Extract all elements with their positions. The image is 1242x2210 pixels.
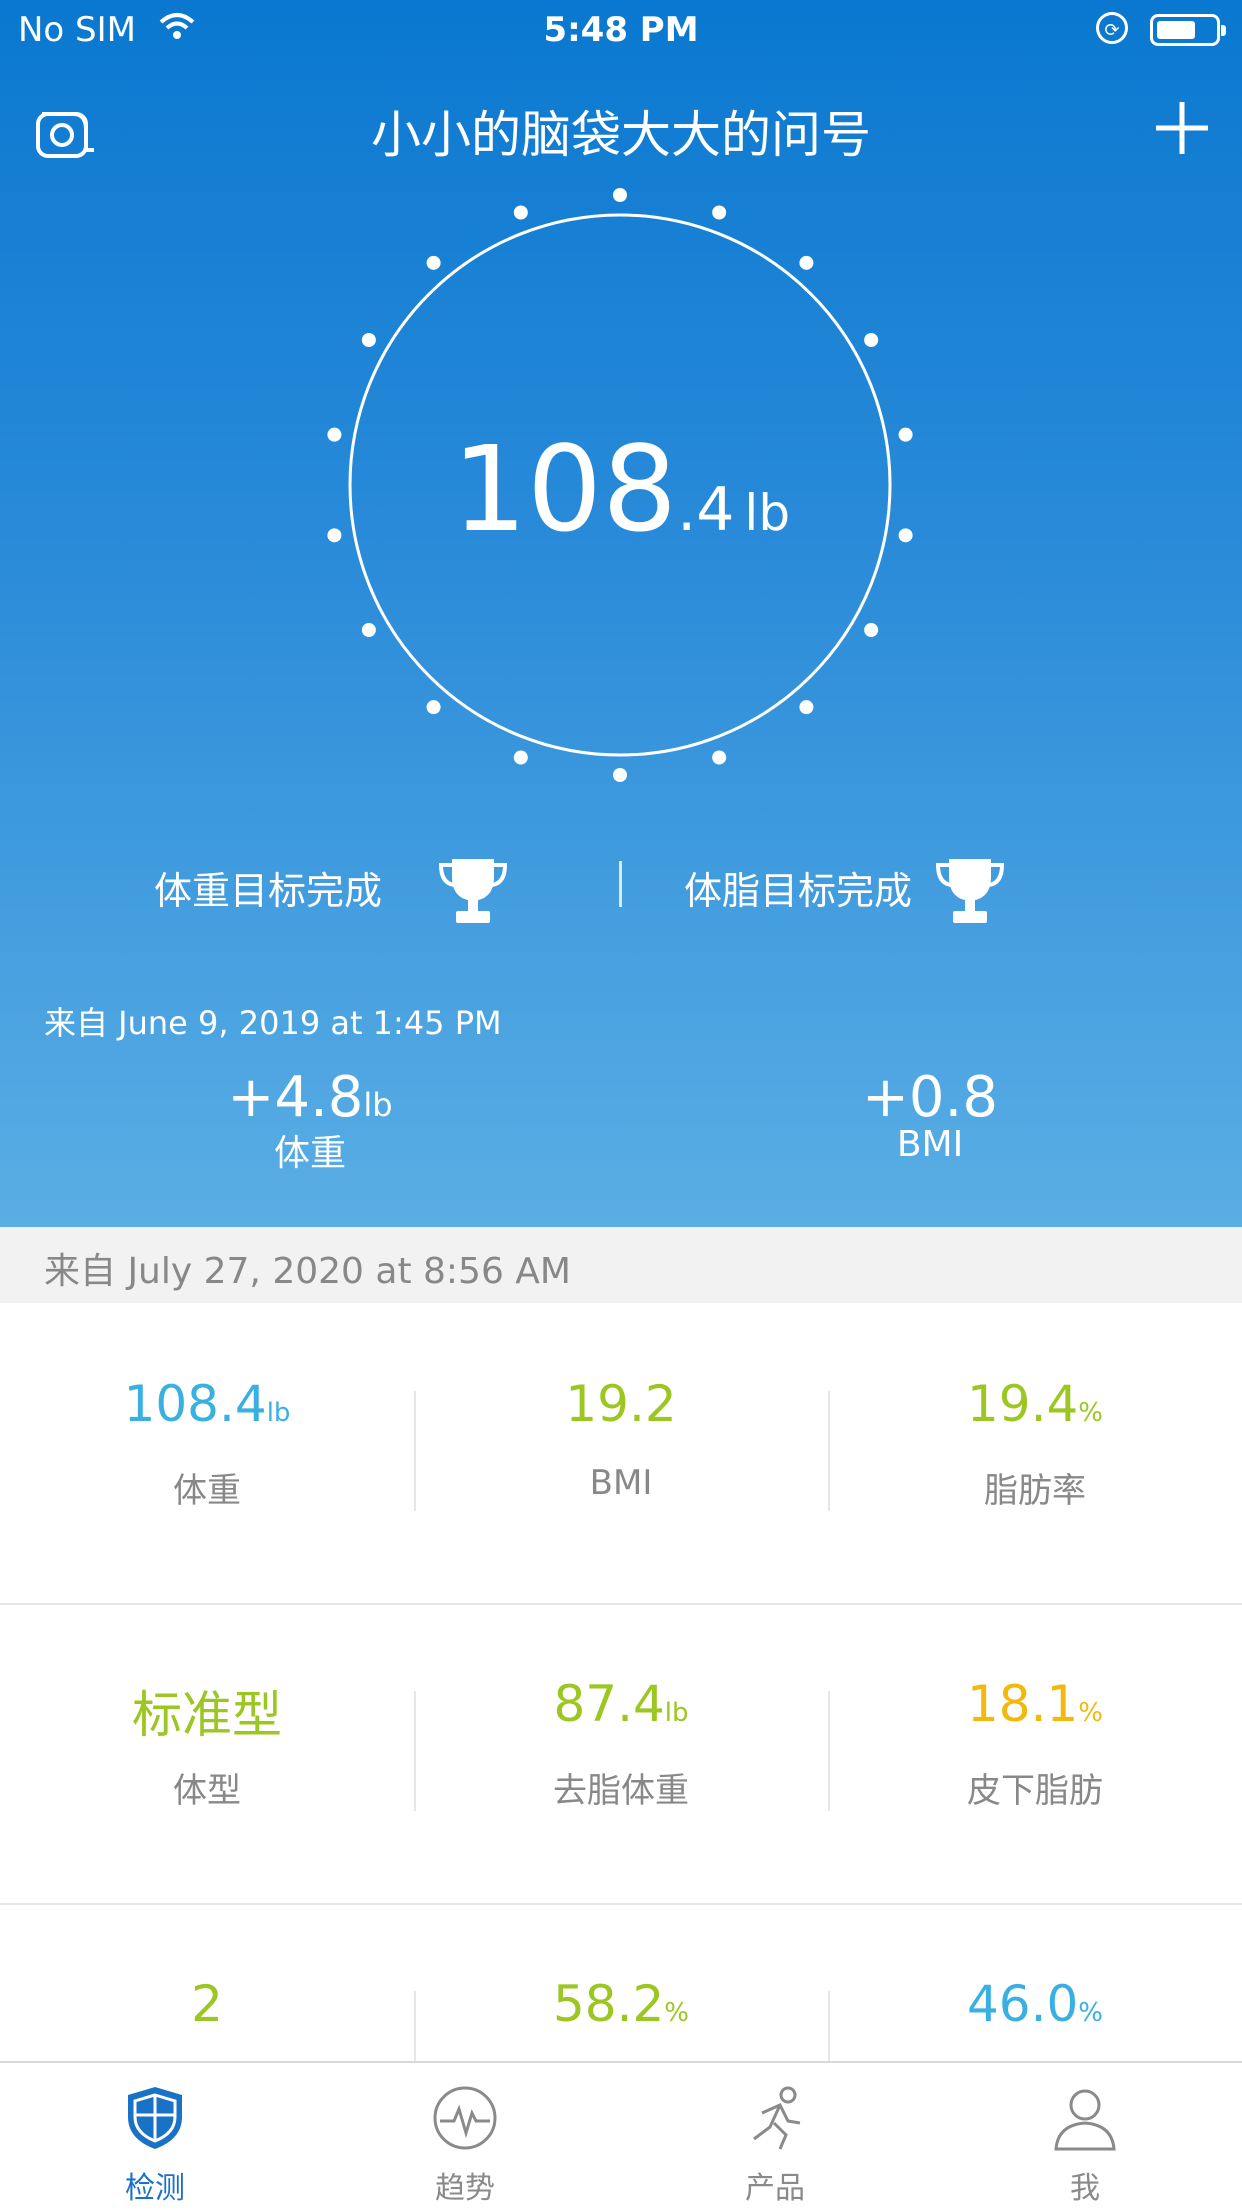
metric-value: 标准型	[132, 1686, 282, 1744]
metric-label: 脂肪率	[984, 1471, 1086, 1511]
bmi-delta-label: BMI	[896, 1124, 964, 1165]
current-weight: 108.4 lb	[0, 420, 1242, 558]
metric-cell[interactable]: 108.4lb 体重	[0, 1303, 414, 1603]
header-panel: No SIM 5:48 PM ⟳ 小小的脑袋大大的问号 108.4 lb 体重目标…	[0, 0, 1242, 1227]
dial-tick	[513, 205, 528, 220]
measurement-source: 来自 July 27, 2020 at 8:56 AM	[44, 1251, 571, 1292]
tab-label: 趋势	[435, 2171, 495, 2206]
pulse-icon	[433, 2086, 497, 2150]
tab-bar: 检测 趋势 产品 我	[0, 2061, 1242, 2210]
bmi-delta: +0.8 BMI	[780, 1065, 1080, 1165]
dial-tick	[799, 700, 814, 715]
tab-products[interactable]: 产品	[620, 2063, 930, 2210]
weight-delta: +4.8lb 体重	[160, 1065, 460, 1176]
shield-icon	[128, 2087, 182, 2149]
metric-cell[interactable]: 标准型 体型	[0, 1603, 414, 1903]
dial-tick	[799, 255, 814, 270]
goals-divider	[619, 861, 622, 907]
rotation-lock-icon: ⟳	[1096, 12, 1128, 44]
tab-detect[interactable]: 检测	[0, 2063, 310, 2210]
bmi-delta-value: +0.8	[862, 1065, 998, 1130]
dial-tick	[361, 623, 376, 637]
metric-label: BMI	[589, 1463, 653, 1503]
weight-unit: lb	[744, 484, 791, 542]
trophy-icon	[935, 859, 1005, 923]
weight-goal-label: 体重目标完成	[154, 869, 383, 913]
metric-cell[interactable]: 19.2 BMI	[414, 1303, 828, 1603]
metric-label: 皮下脂肪	[967, 1771, 1103, 1811]
metric-value: 58.2%	[552, 1975, 690, 2033]
metric-label: 体重	[173, 1471, 241, 1511]
metric-label: 体型	[173, 1771, 241, 1811]
weight-decimal: .4	[677, 475, 735, 545]
dial-tick	[361, 333, 376, 347]
metric-value: 19.2	[565, 1375, 677, 1433]
trophy-icon	[438, 859, 508, 923]
goals-row: 体重目标完成 体脂目标完成	[0, 855, 1242, 923]
dial-tick	[712, 205, 727, 220]
metric-value: 18.1%	[966, 1675, 1104, 1733]
measurement-source-bar: 来自 July 27, 2020 at 8:56 AM	[0, 1227, 1242, 1303]
weight-delta-label: 体重	[273, 1133, 346, 1174]
metrics-row[interactable]: 标准型体型 87.4lb 去脂体重 18.1% 皮下脂肪	[0, 1603, 1242, 1905]
metric-cell[interactable]: 19.4% 脂肪率	[828, 1303, 1242, 1603]
metric-cell[interactable]: 87.4lb 去脂体重	[414, 1603, 828, 1903]
metric-value: 46.0%	[966, 1975, 1104, 2033]
dial-tick	[613, 768, 627, 782]
clock: 5:48 PM	[543, 10, 699, 50]
metric-label: 去脂体重	[553, 1771, 689, 1811]
tab-me[interactable]: 我	[930, 2063, 1240, 2210]
weight-delta-unit: lb	[363, 1086, 393, 1124]
metric-value: 2	[191, 1975, 223, 2033]
metric-value: 87.4lb	[553, 1675, 689, 1733]
dial-tick	[864, 333, 879, 347]
dial-tick	[513, 750, 528, 765]
comparison-source: 来自 June 9, 2019 at 1:45 PM	[44, 1004, 502, 1042]
metric-cell[interactable]: 18.1% 皮下脂肪	[828, 1603, 1242, 1903]
tab-label: 我	[1070, 2171, 1100, 2206]
dial-tick	[426, 255, 441, 270]
tab-trend[interactable]: 趋势	[310, 2063, 620, 2210]
weight-integer: 108	[451, 420, 678, 558]
battery-icon	[1150, 14, 1226, 46]
metric-value: 108.4lb	[123, 1375, 291, 1433]
user-icon	[1054, 2089, 1116, 2151]
metrics-row[interactable]: 108.4lb 体重 19.2 BMI 19.4% 脂肪率	[0, 1303, 1242, 1605]
weight-delta-value: +4.8	[227, 1065, 364, 1130]
tab-label: 检测	[125, 2171, 185, 2206]
dial-tick	[426, 700, 441, 715]
tab-label: 产品	[745, 2171, 805, 2206]
dial-tick	[613, 188, 627, 202]
dial-tick	[864, 623, 879, 637]
page-title: 小小的脑袋大大的问号	[371, 106, 871, 164]
person-running-icon	[753, 2086, 801, 2150]
dial-tick	[712, 750, 727, 765]
metric-value: 19.4%	[966, 1375, 1104, 1433]
add-icon[interactable]	[1150, 96, 1214, 160]
status-bar: No SIM 5:48 PM ⟳	[0, 0, 1242, 62]
fat-goal-label: 体脂目标完成	[684, 869, 913, 913]
